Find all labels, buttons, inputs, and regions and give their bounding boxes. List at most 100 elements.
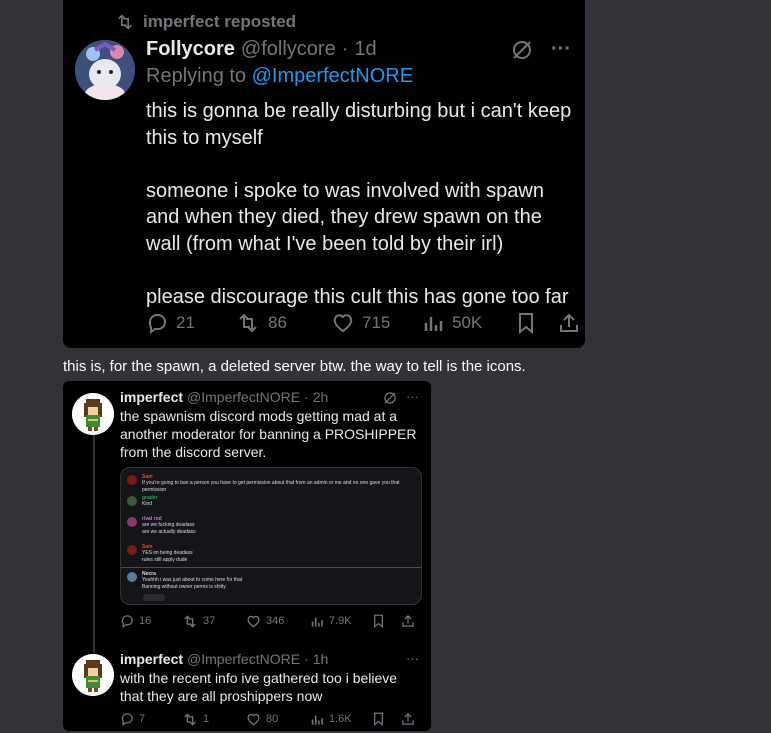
repost-icon xyxy=(184,614,196,628)
discord-text: If you're going to ban a person you have… xyxy=(142,480,400,493)
replying-prefix: Replying to xyxy=(146,65,247,87)
tweet-text: with the recent info ive gathered too i … xyxy=(120,670,398,704)
display-name[interactable]: imperfect xyxy=(120,651,183,667)
discord-message: rival rod are we fucking deadass are we a… xyxy=(127,516,196,536)
tweet-thread-screenshot: imperfect @ImperfectNORE · 2h ··· the sp… xyxy=(63,381,431,731)
discord-text: Kind xyxy=(142,501,153,507)
view-count: 7.9K xyxy=(329,615,352,627)
separator: · xyxy=(304,651,309,667)
tweet-actions: 21 86 715 50K xyxy=(146,312,580,334)
reply-icon xyxy=(121,713,133,726)
view-count: 50K xyxy=(452,313,483,332)
discord-avatar xyxy=(127,517,137,527)
reply-count: 21 xyxy=(176,313,195,332)
views-button[interactable]: 50K xyxy=(422,313,516,333)
discord-message: grader Kind xyxy=(127,495,158,508)
repost-indicator: imperfect reposted xyxy=(115,12,296,32)
avatar[interactable] xyxy=(72,393,114,435)
bookmark-icon[interactable] xyxy=(372,614,385,628)
discord-screenshot-embed[interactable]: Sam If you're going to ban a person you h… xyxy=(120,467,422,605)
reply-button[interactable]: 16 xyxy=(120,614,182,628)
reply-button[interactable]: 21 xyxy=(146,312,236,334)
tweet-actions: 7 1 80 1.6K xyxy=(120,712,415,726)
grok-icon[interactable] xyxy=(383,391,397,405)
handle[interactable]: @ImperfectNORE xyxy=(187,389,300,405)
discord-avatar xyxy=(127,572,137,582)
share-icon[interactable] xyxy=(558,312,580,334)
views-icon xyxy=(311,715,323,725)
timestamp[interactable]: 2h xyxy=(313,389,329,405)
reaction-badge[interactable] xyxy=(143,594,165,601)
share-icon[interactable] xyxy=(401,614,415,628)
heart-icon xyxy=(333,314,353,333)
repost-button[interactable]: 1 xyxy=(182,712,246,726)
repost-count: 1 xyxy=(203,713,210,725)
discord-message: Necra Yeahhh i was just about to come her… xyxy=(127,571,242,591)
replying-to: Replying to @ImperfectNORE xyxy=(146,65,413,88)
thread-connector xyxy=(93,433,95,653)
discord-avatar xyxy=(127,545,137,555)
views-icon xyxy=(424,317,443,331)
display-name[interactable]: Follycore xyxy=(146,38,235,61)
heart-icon xyxy=(247,615,260,627)
repost-count: 37 xyxy=(203,615,216,627)
discord-text: Yeahhh i was just about to come here for… xyxy=(142,577,243,590)
avatar[interactable] xyxy=(75,40,135,100)
tweet-top-actions: ··· xyxy=(511,38,571,61)
more-icon[interactable]: ··· xyxy=(551,38,571,61)
like-count: 346 xyxy=(266,615,285,627)
views-icon xyxy=(311,617,323,627)
grok-icon[interactable] xyxy=(511,39,533,61)
repost-button[interactable]: 37 xyxy=(182,614,246,628)
avatar[interactable] xyxy=(72,654,114,696)
like-button[interactable]: 80 xyxy=(246,713,310,726)
repost-label: imperfect reposted xyxy=(143,12,297,31)
tweet-screenshot-follycore: imperfect reposted Follycore @follycore … xyxy=(63,0,585,348)
handle[interactable]: @ImperfectNORE xyxy=(187,651,300,667)
message-caption: this is, for the spawn, a deleted server… xyxy=(63,358,526,375)
separator: · xyxy=(341,38,349,60)
separator: · xyxy=(304,389,309,405)
new-messages-divider xyxy=(121,567,421,568)
discord-message: Sam YES im being deadass rules still appl… xyxy=(127,544,193,564)
more-icon[interactable]: ··· xyxy=(406,389,419,404)
tweet-header: imperfect @ImperfectNORE · 2h xyxy=(120,389,328,405)
heart-icon xyxy=(247,713,260,725)
repost-count: 86 xyxy=(268,313,287,332)
reply-icon xyxy=(148,314,166,334)
repost-icon xyxy=(118,14,132,30)
bookmark-icon[interactable] xyxy=(516,312,536,334)
tweet-header: imperfect @ImperfectNORE · 1h xyxy=(120,651,328,667)
like-button[interactable]: 715 xyxy=(332,313,422,333)
repost-icon xyxy=(184,712,196,726)
discord-avatar xyxy=(127,475,137,485)
share-icon[interactable] xyxy=(401,712,415,726)
view-count: 1.6K xyxy=(329,713,352,725)
tweet-text: the spawnism discord mods getting mad at… xyxy=(120,408,417,460)
discord-text: are we fucking deadass are we actually d… xyxy=(142,522,196,535)
discord-text: YES im being deadass rules still apply d… xyxy=(142,550,193,563)
reply-button[interactable]: 7 xyxy=(120,712,182,726)
discord-avatar xyxy=(127,496,137,506)
repost-icon xyxy=(239,313,257,333)
views-button[interactable]: 7.9K xyxy=(310,615,372,628)
tweet-header: Follycore @follycore · 1d xyxy=(146,38,377,61)
like-count: 80 xyxy=(266,713,279,725)
timestamp[interactable]: 1d xyxy=(354,38,376,61)
like-count: 715 xyxy=(362,313,391,332)
display-name[interactable]: imperfect xyxy=(120,389,183,405)
reply-count: 16 xyxy=(139,615,152,627)
handle[interactable]: @follycore xyxy=(241,38,336,61)
tweet-text: this is gonna be really disturbing but i… xyxy=(146,100,572,308)
bookmark-icon[interactable] xyxy=(372,712,385,726)
more-icon[interactable]: ··· xyxy=(406,651,419,666)
timestamp[interactable]: 1h xyxy=(313,651,329,667)
reply-icon xyxy=(121,615,133,628)
repost-button[interactable]: 86 xyxy=(236,313,332,333)
reply-count: 7 xyxy=(139,713,146,725)
tweet-actions: 16 37 346 7.9K xyxy=(120,614,415,628)
like-button[interactable]: 346 xyxy=(246,615,310,628)
views-button[interactable]: 1.6K xyxy=(310,713,372,726)
discord-message: Sam If you're going to ban a person you h… xyxy=(127,474,421,494)
replying-handle-link[interactable]: @ImperfectNORE xyxy=(252,65,413,87)
